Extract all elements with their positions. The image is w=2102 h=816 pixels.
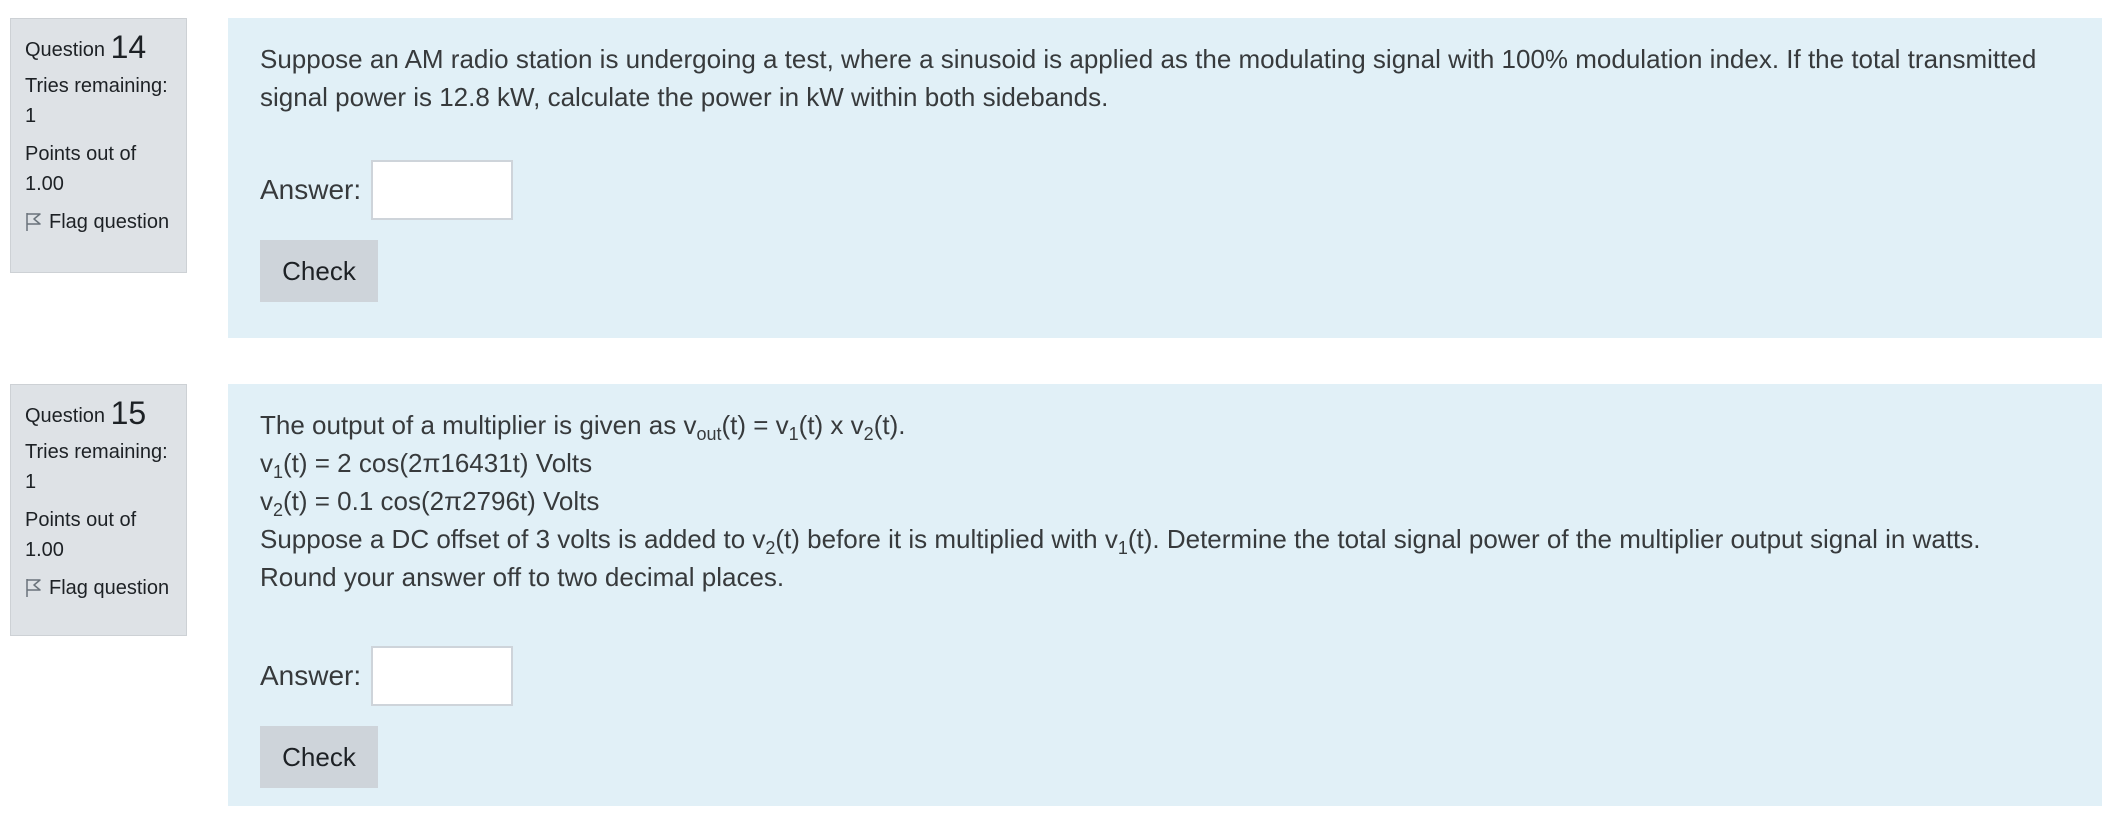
text-fragment: The output of a multiplier is given as v: [260, 410, 697, 440]
check-button[interactable]: Check: [260, 726, 378, 788]
answer-row: Answer:: [260, 646, 2072, 706]
question-text-line-5: Round your answer off to two decimal pla…: [260, 562, 785, 592]
subscript-2: 2: [765, 538, 776, 558]
answer-label: Answer:: [260, 174, 362, 205]
question-number: Question 14: [25, 30, 186, 67]
answer-input[interactable]: [371, 160, 514, 220]
answer-label: Answer:: [260, 660, 362, 691]
points-value: 1.00: [25, 539, 64, 561]
points: Points out of 1.00: [25, 139, 186, 199]
question-text-line: signal power is 12.8 kW, calculate the p…: [260, 82, 1109, 112]
tries-remaining: Tries remaining: 1: [25, 437, 186, 497]
answer-row: Answer:: [260, 160, 2072, 220]
points-label: Points out of: [25, 143, 137, 165]
subscript-1: 1: [1117, 538, 1128, 558]
flag-question-label[interactable]: Flag question: [49, 207, 169, 237]
text-fragment: (t) = v: [721, 410, 789, 440]
flag-question-link[interactable]: Flag question: [25, 573, 186, 603]
question-label: Question: [25, 39, 106, 61]
tries-value: 1: [25, 471, 37, 493]
question-text-line-4: Suppose a DC offset of 3 volts is added …: [260, 520, 2072, 558]
question-text: Suppose an AM radio station is undergoin…: [260, 40, 2072, 116]
question-label: Question: [25, 405, 106, 427]
text-fragment: v: [260, 448, 273, 478]
answer-input[interactable]: [371, 646, 514, 706]
points: Points out of 1.00: [25, 505, 186, 565]
question-text-line-2: v1(t) = 2 cos(2π16431t) Volts: [260, 444, 2072, 482]
question-info-panel: Question 14 Tries remaining: 1 Points ou…: [10, 18, 187, 273]
text-fragment: (t) = 0.1 cos(2π2796t) Volts: [283, 486, 600, 516]
question-text-line: Suppose an AM radio station is undergoin…: [260, 44, 2037, 74]
points-label: Points out of: [25, 509, 137, 531]
text-fragment: Suppose a DC offset of 3 volts is added …: [260, 524, 766, 554]
text-fragment: (t).: [873, 410, 906, 440]
points-value: 1.00: [25, 173, 64, 195]
flag-icon: [26, 213, 41, 231]
subscript-2: 2: [863, 424, 874, 444]
question-number-value: 15: [110, 395, 147, 431]
question-info-panel: Question 15 Tries remaining: 1 Points ou…: [10, 384, 187, 636]
subscript-out: out: [696, 424, 722, 444]
text-fragment: (t) = 2 cos(2π16431t) Volts: [283, 448, 593, 478]
subscript-2: 2: [273, 500, 284, 520]
text-fragment: (t) x v: [798, 410, 864, 440]
question-number: Question 15: [25, 396, 186, 433]
question-content: The output of a multiplier is given as v…: [228, 384, 2102, 806]
tries-value: 1: [25, 105, 37, 127]
question-text-line-3: v2(t) = 0.1 cos(2π2796t) Volts: [260, 482, 2072, 520]
question-text: The output of a multiplier is given as v…: [260, 406, 2072, 596]
question-content: Suppose an AM radio station is undergoin…: [228, 18, 2102, 338]
subscript-1: 1: [788, 424, 799, 444]
tries-remaining: Tries remaining: 1: [25, 71, 186, 131]
flag-question-link[interactable]: Flag question: [25, 207, 186, 237]
flag-icon: [26, 579, 41, 597]
question-number-value: 14: [110, 29, 147, 65]
flag-question-label[interactable]: Flag question: [49, 573, 169, 603]
tries-label: Tries remaining:: [25, 441, 168, 463]
text-fragment: (t) before it is multiplied with v: [775, 524, 1118, 554]
question-text-line-1: The output of a multiplier is given as v…: [260, 406, 2072, 444]
subscript-1: 1: [273, 462, 284, 482]
check-button[interactable]: Check: [260, 240, 378, 302]
text-fragment: v: [260, 486, 273, 516]
text-fragment: (t). Determine the total signal power of…: [1127, 524, 1981, 554]
tries-label: Tries remaining:: [25, 75, 168, 97]
